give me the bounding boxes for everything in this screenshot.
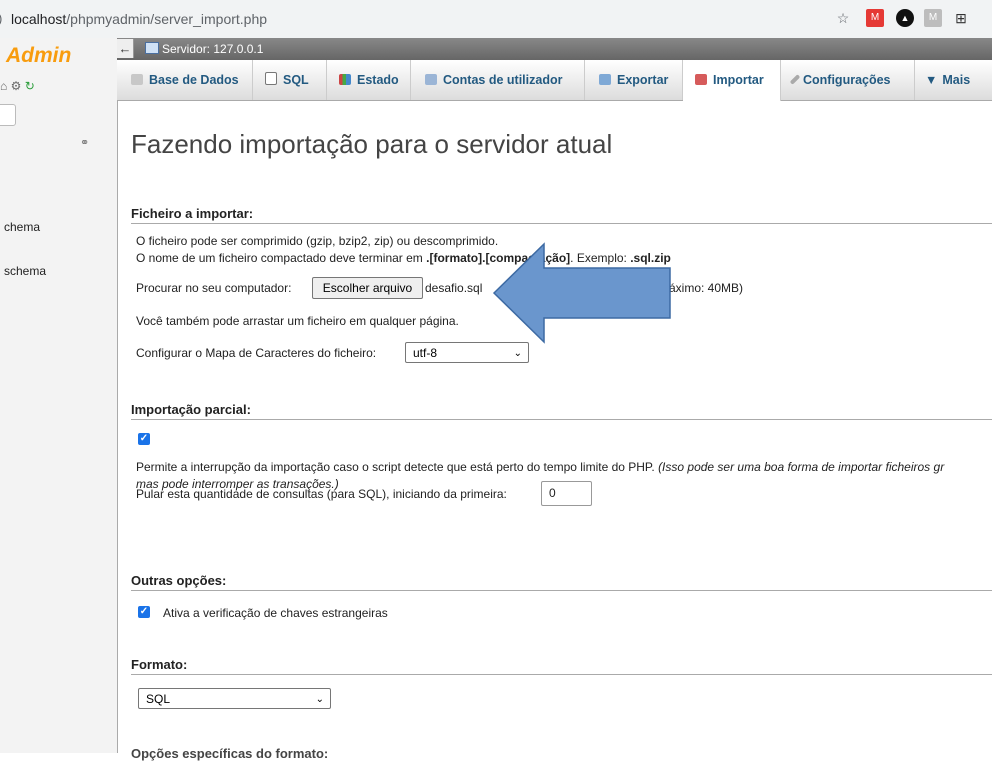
skip-queries-label: Pular esta quantidade de consultas (para… — [136, 487, 507, 501]
tab-settings[interactable]: Configurações — [781, 60, 915, 100]
tab-user-accounts[interactable]: Contas de utilizador — [411, 60, 585, 100]
format-pattern: .[formato].[compactação] — [426, 251, 571, 265]
nav-icons: ⌂ ⚙ ↻ — [0, 79, 35, 93]
tab-import[interactable]: Importar — [683, 60, 781, 101]
nav-filter-box[interactable] — [0, 104, 16, 126]
allow-interrupt-checkbox[interactable]: ✓ — [138, 433, 150, 445]
foreign-key-checks-checkbox[interactable]: ✓ — [138, 606, 150, 618]
foreign-key-checks-label: Ativa a verificação de chaves estrangeir… — [163, 606, 388, 620]
partial-import-title: Importação parcial: — [131, 402, 251, 417]
navigation-panel: Admin ⌂ ⚙ ↻ ⚭ chema schema — [0, 38, 118, 753]
settings-icon[interactable]: ⚙ — [11, 79, 22, 93]
example-filename: .sql.zip — [630, 251, 671, 265]
server-icon — [145, 42, 159, 54]
format-options-title: Opções específicas do formato: — [131, 746, 329, 761]
home-icon[interactable]: ⌂ — [0, 79, 7, 93]
sql-icon — [265, 72, 277, 85]
tab-more[interactable]: ▼ Mais — [915, 60, 992, 100]
wrench-icon — [789, 74, 801, 85]
page-title: Fazendo importação para o servidor atual — [131, 129, 613, 159]
url-host: localhost — [11, 11, 67, 27]
format-value: SQL — [146, 692, 171, 706]
section-divider — [131, 674, 992, 675]
status-icon — [339, 74, 351, 85]
format-select[interactable]: SQL ⌄ — [138, 688, 331, 709]
main-content: Fazendo importação para o servidor atual… — [117, 100, 992, 761]
tab-label: SQL — [283, 73, 309, 87]
chevron-down-icon: ⌄ — [315, 694, 324, 705]
browse-label: Procurar no seu computador: — [136, 281, 292, 295]
db-item-information-schema[interactable]: chema — [4, 220, 40, 234]
max-upload-size: (Máximo: 40MB) — [655, 281, 744, 295]
info-icon[interactable]: ) — [0, 11, 2, 26]
url-path: /phpmyadmin/server_import.php — [66, 11, 268, 27]
url-field[interactable]: localhost/phpmyadmin/server_import.php — [11, 11, 267, 27]
tab-label: Estado — [357, 73, 399, 87]
star-icon[interactable]: ☆ — [834, 9, 852, 27]
charset-label: Configurar o Mapa de Caracteres do fiche… — [136, 346, 377, 360]
compression-info: O ficheiro pode ser comprimido (gzip, bz… — [136, 234, 499, 248]
tab-sql[interactable]: SQL — [253, 60, 327, 100]
section-divider — [131, 419, 992, 420]
grey-extension-icon[interactable]: M — [924, 9, 942, 27]
grid-extension-icon[interactable]: ⊞ — [952, 9, 970, 27]
server-label: Servidor: 127.0.0.1 — [162, 42, 264, 56]
db-item-performance-schema[interactable]: schema — [4, 264, 46, 278]
tab-label: Mais — [942, 73, 971, 87]
section-divider — [131, 590, 992, 591]
chevron-down-icon: ⌄ — [513, 348, 522, 359]
caret-down-icon: ▼ — [925, 73, 938, 87]
allow-interrupt-text: Permite a interrupção da importação caso… — [136, 460, 659, 474]
users-icon — [425, 74, 437, 85]
drag-drop-info: Você também pode arrastar um ficheiro em… — [136, 314, 459, 328]
tab-label: Configurações — [803, 73, 891, 87]
compression-format-info: O nome de um ficheiro compactado deve te… — [136, 251, 671, 265]
charset-value: utf-8 — [413, 346, 438, 360]
charset-select[interactable]: utf-8 ⌄ — [405, 342, 529, 363]
server-breadcrumb[interactable]: Servidor: 127.0.0.1 — [145, 42, 263, 56]
tab-label: Contas de utilizador — [443, 73, 563, 87]
tab-status[interactable]: Estado — [327, 60, 411, 100]
format-title: Formato: — [131, 657, 188, 672]
logo[interactable]: Admin — [6, 44, 71, 68]
skip-queries-input[interactable]: 0 — [541, 481, 592, 506]
black-extension-icon[interactable]: ▲ — [896, 9, 914, 27]
tab-export[interactable]: Exportar — [585, 60, 683, 100]
red-extension-icon[interactable]: M — [866, 9, 884, 27]
info-text: O nome de um ficheiro compactado deve te… — [136, 251, 427, 265]
tab-label: Importar — [713, 73, 764, 87]
import-icon — [695, 74, 707, 85]
tab-label: Base de Dados — [149, 73, 239, 87]
other-options-title: Outras opções: — [131, 573, 227, 588]
database-icon — [131, 74, 143, 85]
reload-icon[interactable]: ↻ — [25, 79, 35, 93]
allow-interrupt-label: Permite a interrupção da importação caso… — [136, 460, 944, 474]
allow-interrupt-note: (Isso pode ser uma boa forma de importar… — [658, 460, 945, 474]
collapse-nav-button[interactable]: ← — [117, 39, 134, 58]
tab-label: Exportar — [617, 73, 669, 87]
server-breadcrumb-bar: ← Servidor: 127.0.0.1 — [117, 38, 992, 60]
link-icon[interactable]: ⚭ — [80, 136, 89, 149]
info-text: . Exemplo: — [570, 251, 631, 265]
chosen-file-name: desafio.sql — [425, 281, 483, 295]
file-section-title: Ficheiro a importar: — [131, 206, 254, 221]
browser-address-bar[interactable]: ) localhost/phpmyadmin/server_import.php… — [0, 0, 992, 39]
choose-file-button[interactable]: Escolher arquivo — [312, 277, 423, 299]
top-menu-tabs: Base de Dados SQL Estado Contas de utili… — [117, 60, 992, 101]
export-icon — [599, 74, 611, 85]
tab-databases[interactable]: Base de Dados — [117, 60, 253, 100]
section-divider — [131, 223, 992, 224]
